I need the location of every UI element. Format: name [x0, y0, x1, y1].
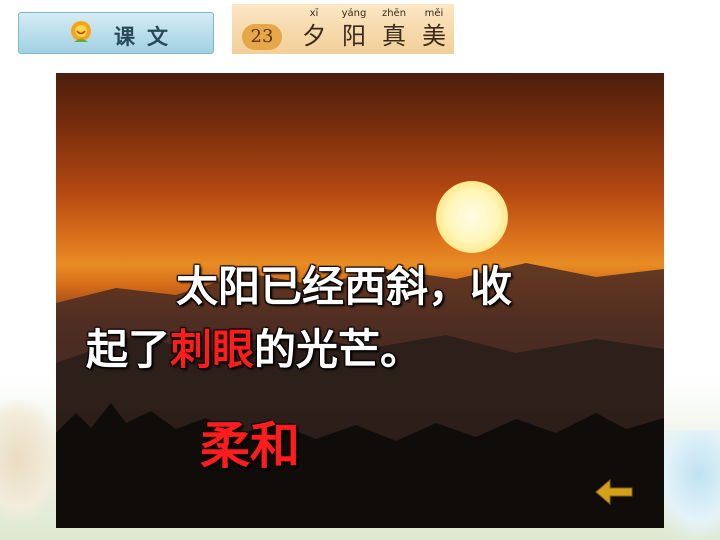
title-hanzi: 真 [382, 22, 406, 50]
text-line-2-start: 起了 [86, 325, 171, 374]
lesson-tab[interactable]: 课文 [18, 12, 214, 54]
title-hanzi: 夕 [302, 22, 326, 50]
lesson-title-banner: 23 xī 夕 yáng 阳 zhēn 真 měi 美 [232, 4, 454, 54]
title-pinyin: zhēn [381, 8, 407, 19]
lesson-tab-label: 课文 [114, 24, 180, 49]
text-line-1: 太阳已经西斜，收 [176, 262, 513, 311]
title-char-2: yáng 阳 [334, 8, 374, 50]
title-char-1: xī 夕 [294, 8, 334, 50]
title-char-3: zhēn 真 [374, 8, 414, 50]
highlighted-word: 刺眼 [170, 325, 255, 374]
title-hanzi: 阳 [342, 22, 366, 50]
back-arrow-icon[interactable] [592, 475, 636, 509]
text-line-2: 起了刺眼的光芒。 [86, 324, 422, 376]
title-pinyin: měi [424, 8, 444, 19]
title-hanzi: 美 [422, 22, 446, 50]
title-char-4: měi 美 [414, 8, 454, 50]
text-line-2-end: 的光芒。 [254, 325, 423, 374]
answer-word: 柔和 [200, 417, 300, 475]
background-tree-left [0, 400, 60, 520]
flower-icon [71, 21, 91, 42]
title-pinyin: xī [309, 8, 319, 19]
title-pinyin: yáng [341, 8, 367, 19]
sunset-slide: 太阳已经西斜，收 起了刺眼的光芒。 柔和 [56, 73, 664, 528]
lesson-number: 23 [242, 24, 282, 50]
